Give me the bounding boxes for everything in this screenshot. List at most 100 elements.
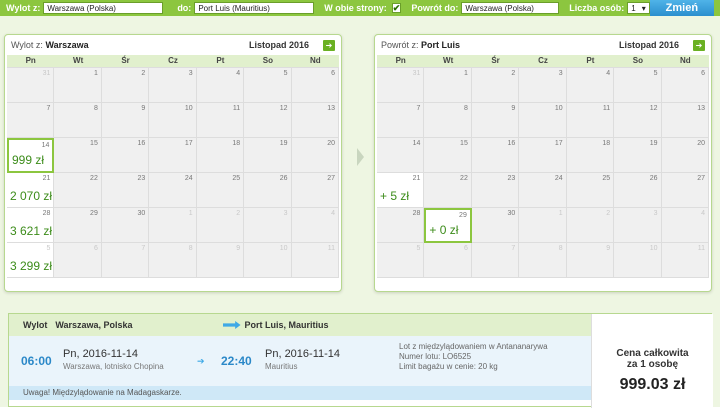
day-cell: 26	[614, 173, 662, 208]
day-number: 22	[90, 175, 98, 182]
day-number: 1	[558, 210, 563, 217]
day-cell[interactable]: 14 999 zł	[7, 138, 55, 173]
day-number: 28	[42, 210, 51, 217]
day-cell: 20	[291, 138, 339, 173]
return-title-prefix: Powrót z:	[381, 40, 419, 50]
day-cell: 7	[7, 103, 55, 138]
day-cell: 19	[614, 138, 662, 173]
flight-header: Wylot Warszawa, Polska Port Luis, Maurit…	[9, 314, 591, 336]
day-cell: 4	[566, 68, 615, 103]
day-number: 9	[141, 105, 146, 112]
next-month-icon[interactable]: ➔	[323, 39, 335, 51]
next-month-icon[interactable]: ➔	[693, 39, 705, 51]
day-cell: 5	[244, 68, 292, 103]
day-number: 16	[137, 140, 146, 147]
day-cell: 1	[54, 68, 102, 103]
day-number: 31	[412, 70, 421, 77]
day-cell: 3	[519, 68, 567, 103]
persons-select[interactable]: 1 ▾	[627, 2, 650, 14]
weekday: Śr	[491, 56, 500, 65]
day-number: 24	[184, 175, 193, 182]
day-cell: 4	[291, 208, 339, 243]
day-number: 26	[649, 175, 658, 182]
day-number: 6	[463, 245, 468, 252]
day-number: 30	[137, 210, 146, 217]
weekday: Cz	[168, 56, 178, 65]
day-cell: 20	[661, 138, 709, 173]
departure-place: Warszawa, lotnisko Chopina	[63, 362, 164, 371]
outbound-calendar: Wylot z: Warszawa Listopad 2016 ➔ Pn Wt …	[4, 34, 342, 292]
weekday: Pn	[395, 56, 406, 65]
day-number: 2	[141, 70, 146, 77]
day-number: 2	[606, 210, 611, 217]
weekday: Śr	[121, 56, 130, 65]
arrow-right-icon: ➔	[197, 356, 205, 366]
day-cell: 4	[661, 208, 709, 243]
day-cell: 3	[149, 68, 197, 103]
day-number: 12	[649, 105, 658, 112]
day-number: 7	[46, 105, 51, 112]
return-day-grid: 31 1 2 3 4 5 6 7 8 9 10 11 12 13 14 15 16 17 18 19 20 21 + 5 z…	[377, 67, 709, 278]
day-cell: 31	[7, 68, 55, 103]
change-button[interactable]: Zmień	[649, 0, 714, 16]
day-cell: 26	[244, 173, 292, 208]
day-number: 9	[606, 245, 611, 252]
from-input[interactable]: Warszawa (Polska)	[43, 2, 164, 14]
day-number: 31	[42, 70, 51, 77]
day-number: 1	[463, 70, 468, 77]
day-cell: 11	[196, 103, 245, 138]
day-cell: 7	[101, 243, 150, 278]
day-cell[interactable]: 28 3 621 zł	[7, 208, 55, 243]
to-input[interactable]: Port Luis (Mauritius)	[194, 2, 315, 14]
outbound-month: Listopad 2016	[248, 40, 309, 50]
day-cell: 25	[196, 173, 245, 208]
day-cell[interactable]: 21 2 070 zł	[7, 173, 55, 208]
flight-to: Port Luis, Mauritius	[244, 320, 329, 330]
day-number: 25	[602, 175, 611, 182]
day-number: 15	[460, 140, 468, 147]
day-cell: 30	[101, 208, 150, 243]
day-cell: 23	[101, 173, 150, 208]
day-cell: 16	[101, 138, 150, 173]
day-number: 27	[327, 175, 335, 182]
flight-info-stopover: Lot z międzylądowaniem w Antananarywa	[399, 342, 548, 351]
day-number: 1	[188, 210, 193, 217]
weekday: Pt	[586, 56, 595, 65]
weekday: Cz	[538, 56, 548, 65]
departure-date: Pn, 2016-11-14	[63, 348, 139, 360]
day-number: 3	[653, 210, 658, 217]
day-cell: 24	[519, 173, 567, 208]
day-cell: 15	[424, 138, 472, 173]
chevron-down-icon: ▾	[641, 3, 646, 13]
return-input[interactable]: Warszawa (Polska)	[461, 2, 560, 14]
arrival-place: Mauritius	[265, 362, 298, 371]
weekday: Nd	[679, 56, 691, 65]
day-cell[interactable]: 5 3 299 zł	[7, 243, 55, 278]
day-cell: 2	[471, 68, 520, 103]
day-number: 19	[649, 140, 658, 147]
day-cell: 9	[196, 243, 245, 278]
price-label: Cena całkowita	[616, 348, 689, 359]
roundtrip-checkbox[interactable]: ✔	[391, 3, 402, 13]
outbound-title-prefix: Wylot z:	[11, 40, 43, 50]
day-number: 7	[416, 105, 421, 112]
day-cell: 17	[519, 138, 567, 173]
day-number: 11	[327, 245, 335, 252]
day-number: 4	[236, 70, 241, 77]
day-number: 3	[558, 70, 563, 77]
day-cell: 2	[566, 208, 615, 243]
day-number: 8	[558, 245, 563, 252]
day-number: 23	[507, 175, 516, 182]
day-cell: 10	[149, 103, 197, 138]
day-cell[interactable]: 21 + 5 zł	[377, 173, 425, 208]
day-number: 24	[554, 175, 563, 182]
day-number: 19	[279, 140, 288, 147]
flight-segment[interactable]: 06:00 Pn, 2016-11-14 Warszawa, lotnisko …	[9, 336, 591, 386]
outbound-header: Wylot z: Warszawa Listopad 2016 ➔	[5, 35, 341, 55]
outbound-day-grid: 31 1 2 3 4 5 6 7 8 9 10 11 12 13 14 999 zł 15 16 17 18 19 20 2…	[7, 67, 339, 278]
day-number: 16	[507, 140, 516, 147]
day-number: 20	[697, 140, 705, 147]
day-cell: 11	[661, 243, 709, 278]
day-cell[interactable]: 29 + 0 zł	[424, 208, 472, 243]
day-cell: 4	[196, 68, 245, 103]
